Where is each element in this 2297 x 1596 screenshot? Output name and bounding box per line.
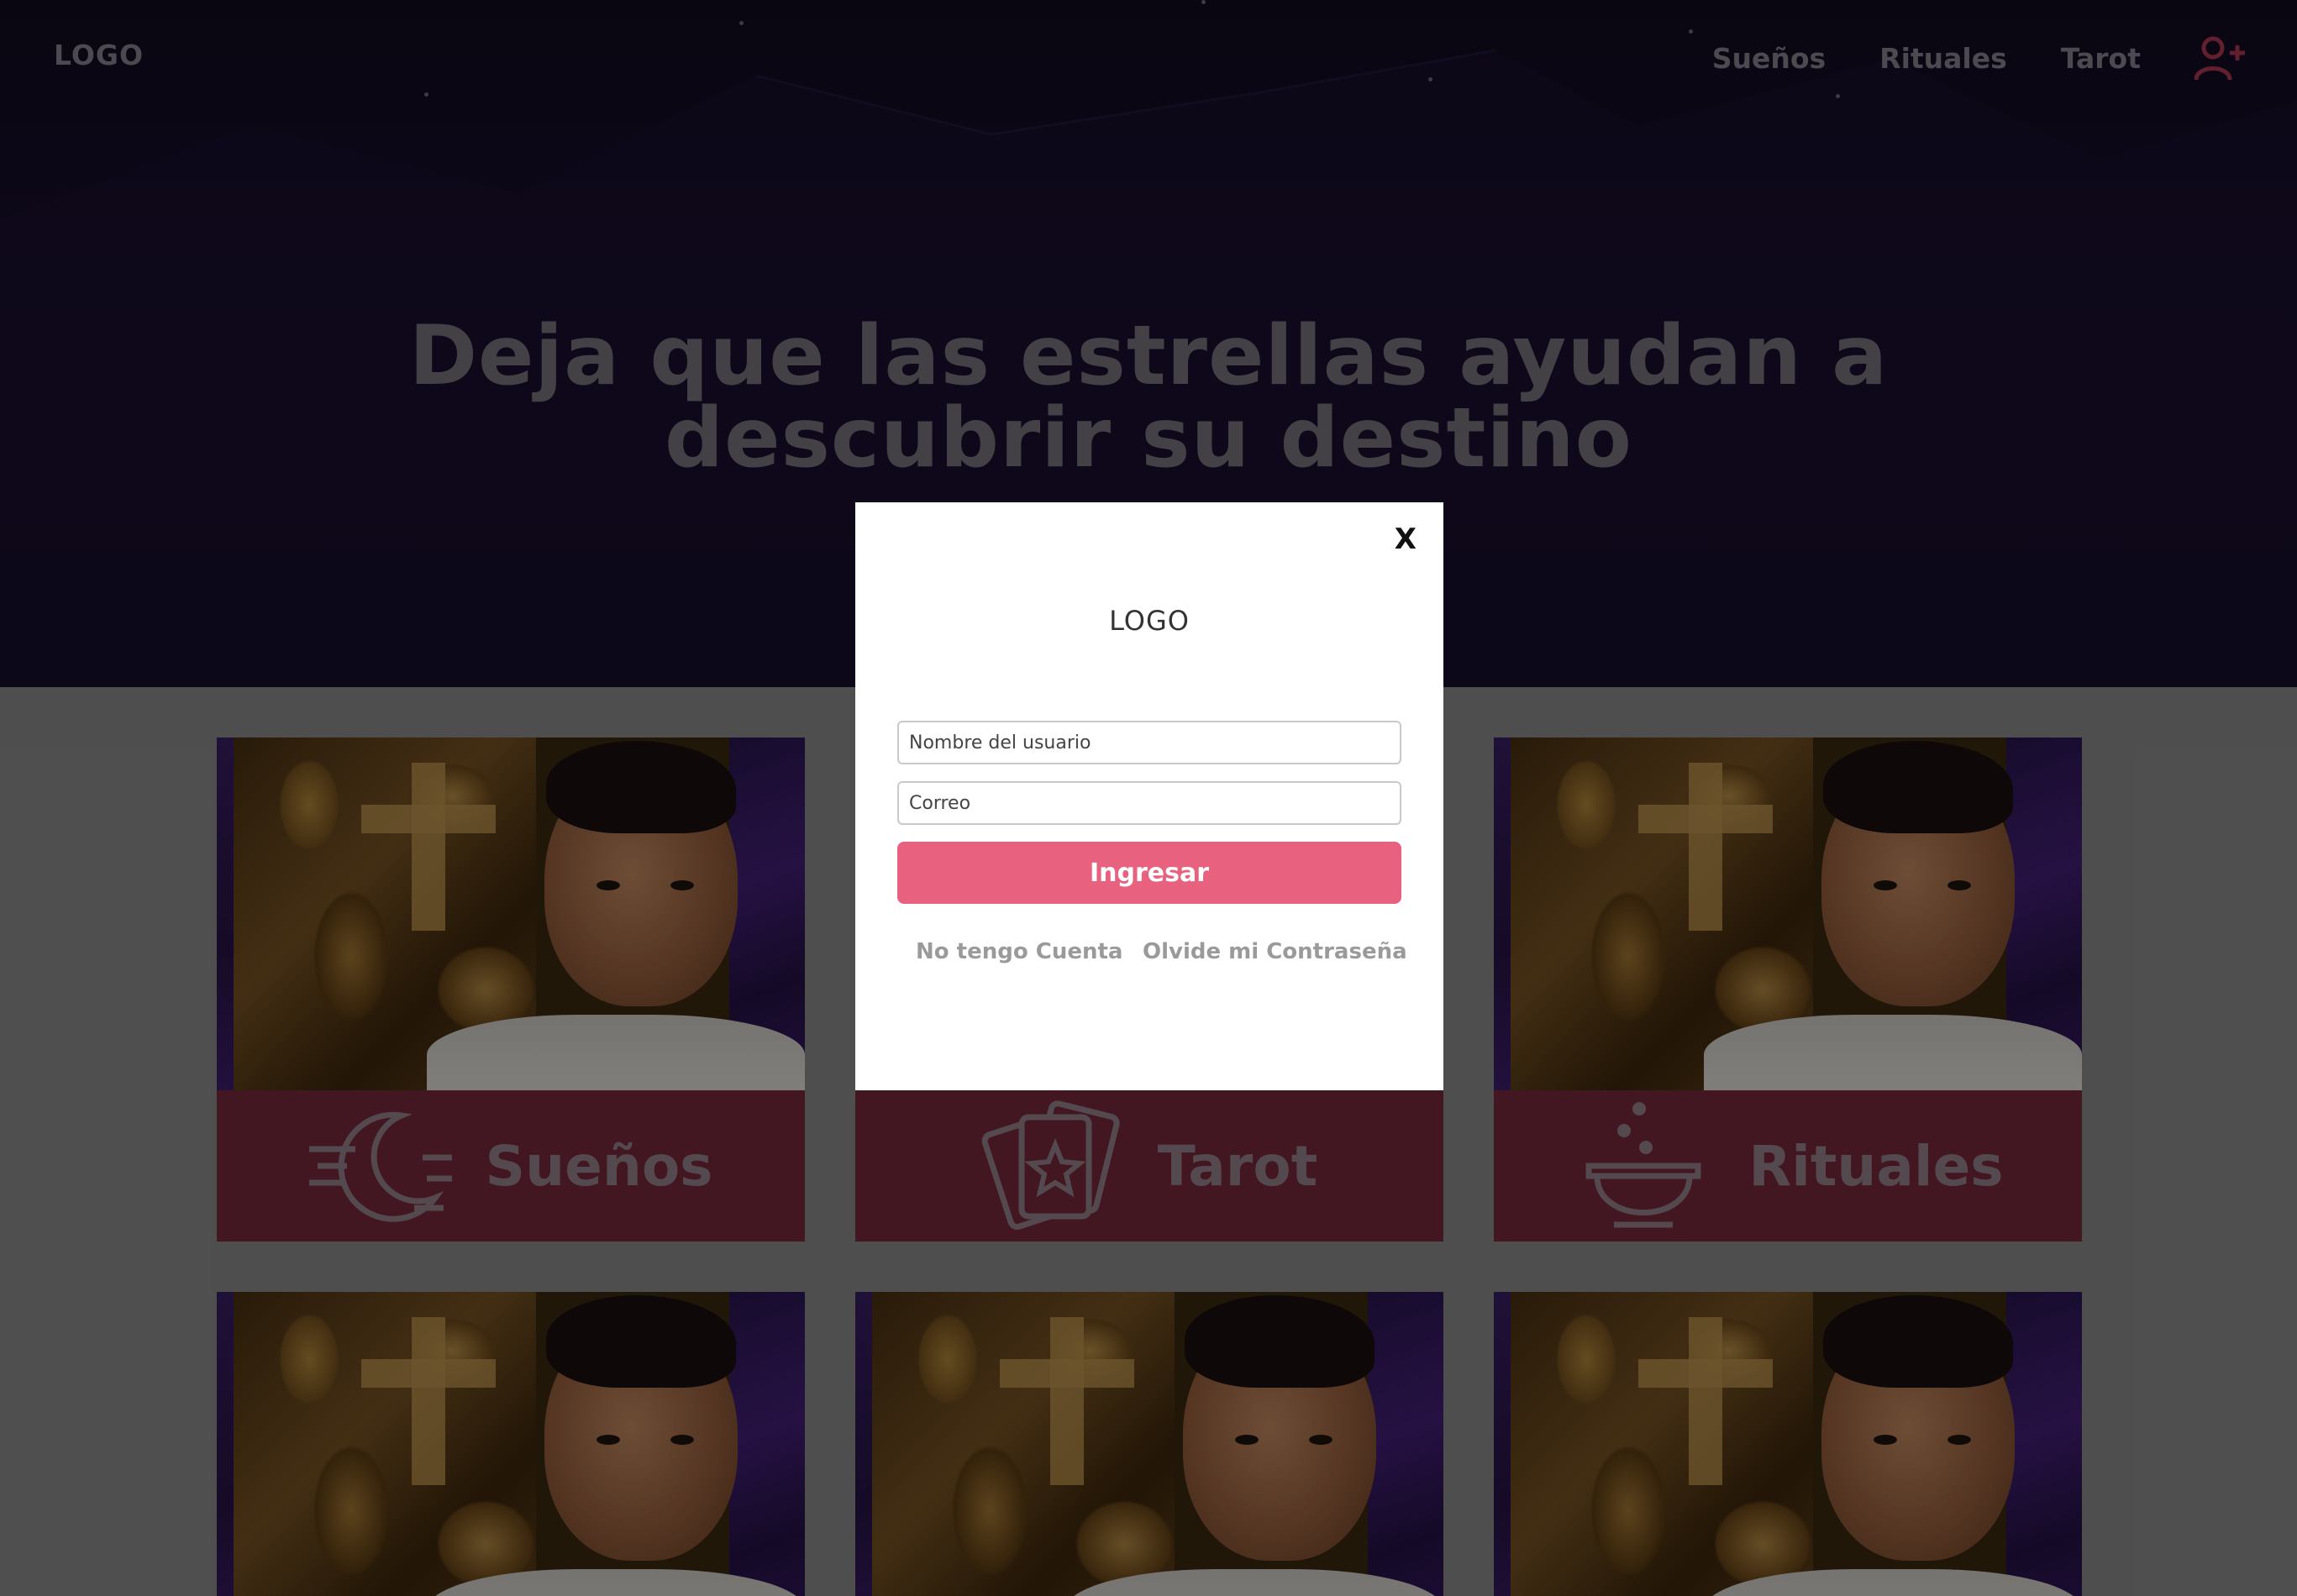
login-modal: X LOGO Ingresar No tengo Cuenta Olvide m…	[855, 502, 1443, 1090]
modal-logo: LOGO	[1109, 605, 1190, 637]
forgot-password-link[interactable]: Olvide mi Contraseña	[1143, 939, 1407, 964]
username-input[interactable]	[897, 721, 1401, 764]
email-input[interactable]	[897, 781, 1401, 825]
login-button[interactable]: Ingresar	[897, 842, 1401, 904]
no-account-link[interactable]: No tengo Cuenta	[916, 939, 1122, 964]
close-button[interactable]: X	[1395, 522, 1417, 556]
